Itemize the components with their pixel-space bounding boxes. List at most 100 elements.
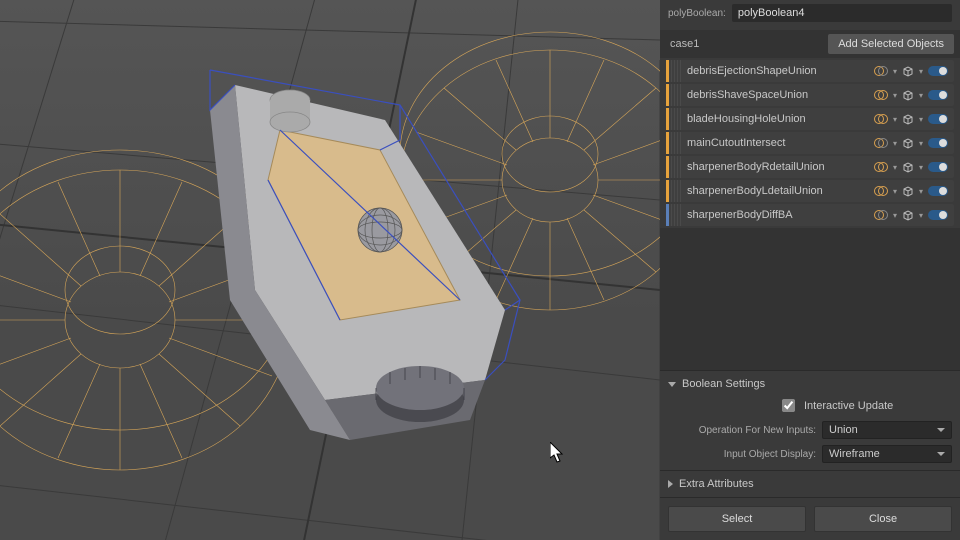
extra-attributes-section: Extra Attributes bbox=[660, 470, 960, 497]
dropdown-icon[interactable]: ▾ bbox=[919, 115, 923, 124]
dropdown-icon[interactable]: ▾ bbox=[893, 67, 897, 76]
operand-list: debrisEjectionShapeUnion▾▾debrisShaveSpa… bbox=[660, 58, 960, 228]
cube-icon[interactable] bbox=[902, 185, 914, 197]
node-name-label: polyBoolean: bbox=[668, 8, 726, 19]
case-row: case1 Add Selected Objects bbox=[660, 30, 960, 58]
visibility-toggle[interactable] bbox=[928, 66, 948, 76]
visibility-toggle[interactable] bbox=[928, 162, 948, 172]
visibility-toggle[interactable] bbox=[928, 138, 948, 148]
interactive-update-checkbox[interactable] bbox=[782, 399, 795, 412]
dropdown-icon[interactable]: ▾ bbox=[893, 187, 897, 196]
extra-attributes-title: Extra Attributes bbox=[679, 478, 754, 490]
boolean-op-icon[interactable] bbox=[874, 138, 888, 148]
operand-icons: ▾▾ bbox=[874, 113, 954, 125]
operand-name: mainCutoutIntersect bbox=[687, 137, 874, 149]
visibility-toggle[interactable] bbox=[928, 114, 948, 124]
cube-icon[interactable] bbox=[902, 65, 914, 77]
operand-item[interactable]: sharpenerBodyDiffBA▾▾ bbox=[666, 204, 954, 226]
dropdown-icon[interactable]: ▾ bbox=[919, 187, 923, 196]
close-button[interactable]: Close bbox=[814, 506, 952, 532]
drag-handle-icon[interactable] bbox=[671, 204, 681, 226]
drag-handle-icon[interactable] bbox=[671, 132, 681, 154]
list-empty-area bbox=[660, 228, 960, 370]
operand-item[interactable]: sharpenerBodyLdetailUnion▾▾ bbox=[666, 180, 954, 202]
drag-handle-icon[interactable] bbox=[671, 84, 681, 106]
dropdown-icon[interactable]: ▾ bbox=[919, 139, 923, 148]
color-bar bbox=[666, 180, 669, 202]
color-bar bbox=[666, 156, 669, 178]
operand-item[interactable]: sharpenerBodyRdetailUnion▾▾ bbox=[666, 156, 954, 178]
dropdown-icon[interactable]: ▾ bbox=[919, 91, 923, 100]
drag-handle-icon[interactable] bbox=[671, 108, 681, 130]
color-bar bbox=[666, 60, 669, 82]
drag-handle-icon[interactable] bbox=[671, 156, 681, 178]
operand-item[interactable]: mainCutoutIntersect▾▾ bbox=[666, 132, 954, 154]
dropdown-icon[interactable]: ▾ bbox=[893, 211, 897, 220]
operand-name: debrisEjectionShapeUnion bbox=[687, 65, 874, 77]
display-row: Input Object Display: Wireframe bbox=[668, 442, 952, 466]
cube-icon[interactable] bbox=[902, 113, 914, 125]
dropdown-icon[interactable]: ▾ bbox=[919, 67, 923, 76]
color-bar bbox=[666, 132, 669, 154]
dropdown-icon[interactable]: ▾ bbox=[893, 115, 897, 124]
display-label: Input Object Display: bbox=[668, 449, 816, 460]
operand-icons: ▾▾ bbox=[874, 137, 954, 149]
color-bar bbox=[666, 204, 669, 226]
cube-icon[interactable] bbox=[902, 161, 914, 173]
interactive-update-row: Interactive Update bbox=[668, 393, 952, 418]
visibility-toggle[interactable] bbox=[928, 210, 948, 220]
visibility-toggle[interactable] bbox=[928, 186, 948, 196]
operation-select[interactable]: Union bbox=[822, 421, 952, 439]
interactive-update-label[interactable]: Interactive Update bbox=[804, 400, 893, 412]
cube-icon[interactable] bbox=[902, 209, 914, 221]
drag-handle-icon[interactable] bbox=[671, 180, 681, 202]
chevron-down-icon bbox=[668, 382, 676, 387]
operand-name: bladeHousingHoleUnion bbox=[687, 113, 874, 125]
dropdown-icon[interactable]: ▾ bbox=[893, 163, 897, 172]
operation-row: Operation For New Inputs: Union bbox=[668, 418, 952, 442]
operand-icons: ▾▾ bbox=[874, 209, 954, 221]
case-label: case1 bbox=[670, 38, 699, 50]
operand-name: debrisShaveSpaceUnion bbox=[687, 89, 874, 101]
operation-label: Operation For New Inputs: bbox=[668, 425, 816, 436]
extra-attributes-header[interactable]: Extra Attributes bbox=[668, 475, 952, 493]
boolean-op-icon[interactable] bbox=[874, 90, 888, 100]
boolean-op-icon[interactable] bbox=[874, 210, 888, 220]
operand-name: sharpenerBodyDiffBA bbox=[687, 209, 874, 221]
boolean-settings-title: Boolean Settings bbox=[682, 378, 765, 390]
boolean-op-icon[interactable] bbox=[874, 66, 888, 76]
dropdown-icon[interactable]: ▾ bbox=[893, 91, 897, 100]
cube-icon[interactable] bbox=[902, 89, 914, 101]
boolean-op-icon[interactable] bbox=[874, 162, 888, 172]
operand-icons: ▾▾ bbox=[874, 161, 954, 173]
cube-icon[interactable] bbox=[902, 137, 914, 149]
drag-handle-icon[interactable] bbox=[671, 60, 681, 82]
node-name-row: polyBoolean: bbox=[660, 0, 960, 30]
boolean-settings-section: Boolean Settings Interactive Update Oper… bbox=[660, 370, 960, 470]
dropdown-icon[interactable]: ▾ bbox=[919, 211, 923, 220]
color-bar bbox=[666, 84, 669, 106]
chevron-right-icon bbox=[668, 480, 673, 488]
viewport-3d[interactable] bbox=[0, 0, 660, 540]
operand-name: sharpenerBodyRdetailUnion bbox=[687, 161, 874, 173]
dropdown-icon[interactable]: ▾ bbox=[919, 163, 923, 172]
node-name-input[interactable] bbox=[732, 4, 952, 22]
boolean-settings-header[interactable]: Boolean Settings bbox=[668, 375, 952, 393]
boolean-op-icon[interactable] bbox=[874, 114, 888, 124]
color-bar bbox=[666, 108, 669, 130]
add-selected-objects-button[interactable]: Add Selected Objects bbox=[828, 34, 954, 54]
boolean-op-icon[interactable] bbox=[874, 186, 888, 196]
boolean-panel: polyBoolean: case1 Add Selected Objects … bbox=[660, 0, 960, 540]
select-button[interactable]: Select bbox=[668, 506, 806, 532]
footer-buttons: Select Close bbox=[660, 497, 960, 540]
display-select[interactable]: Wireframe bbox=[822, 445, 952, 463]
operand-name: sharpenerBodyLdetailUnion bbox=[687, 185, 874, 197]
visibility-toggle[interactable] bbox=[928, 90, 948, 100]
operand-item[interactable]: bladeHousingHoleUnion▾▾ bbox=[666, 108, 954, 130]
operand-icons: ▾▾ bbox=[874, 89, 954, 101]
operand-item[interactable]: debrisEjectionShapeUnion▾▾ bbox=[666, 60, 954, 82]
operand-icons: ▾▾ bbox=[874, 65, 954, 77]
operand-icons: ▾▾ bbox=[874, 185, 954, 197]
operand-item[interactable]: debrisShaveSpaceUnion▾▾ bbox=[666, 84, 954, 106]
dropdown-icon[interactable]: ▾ bbox=[893, 139, 897, 148]
